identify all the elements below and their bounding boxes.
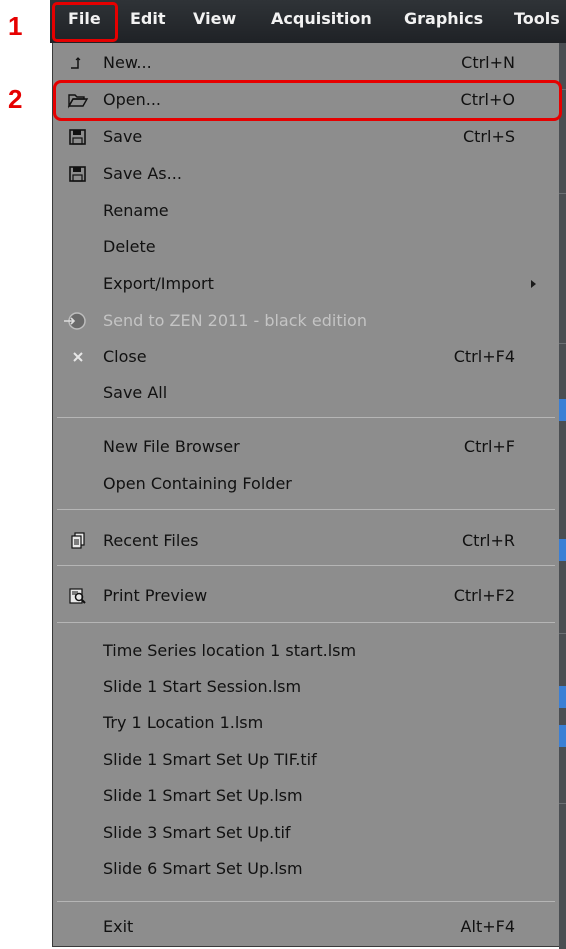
menu-separator <box>57 901 555 902</box>
save-disk-icon <box>69 129 86 145</box>
menu-bar: File Edit View Acquisition Graphics Tool… <box>50 0 566 43</box>
menu-item-save-as[interactable]: Save As... <box>53 156 558 192</box>
menu-item-label: Open... <box>103 90 161 109</box>
menubar-edit[interactable]: Edit <box>130 9 166 28</box>
menu-item-shortcut: Ctrl+N <box>461 53 515 72</box>
menu-item-label: Rename <box>103 201 169 220</box>
recent-file-item[interactable]: Slide 1 Smart Set Up TIF.tif <box>53 742 558 778</box>
menu-item-label: Close <box>103 347 147 366</box>
menu-item-exit[interactable]: Exit Alt+F4 <box>53 909 558 945</box>
menu-item-shortcut: Ctrl+F4 <box>453 347 515 366</box>
menu-item-label: Save All <box>103 383 168 402</box>
save-as-disk-icon <box>69 166 86 182</box>
recent-file-label: Try 1 Location 1.lsm <box>103 713 264 732</box>
menu-separator <box>57 417 555 418</box>
menu-item-open-containing-folder[interactable]: Open Containing Folder <box>53 466 558 502</box>
print-preview-icon <box>69 588 86 604</box>
menu-item-label: Save <box>103 127 143 146</box>
menu-item-label: Delete <box>103 237 156 256</box>
menu-item-label: Exit <box>103 917 134 936</box>
menu-item-label: Recent Files <box>103 531 199 550</box>
recent-file-label: Slide 1 Smart Set Up.lsm <box>103 786 303 805</box>
menu-item-label: Export/Import <box>103 274 214 293</box>
submenu-arrow-icon <box>531 280 536 288</box>
menu-separator <box>57 565 555 566</box>
menu-item-label: Save As... <box>103 164 182 183</box>
menu-item-close[interactable]: Close Ctrl+F4 <box>53 339 558 375</box>
menubar-file[interactable]: File <box>68 9 101 28</box>
menu-item-recent-files[interactable]: Recent Files Ctrl+R <box>53 523 558 559</box>
menu-item-export-import[interactable]: Export/Import <box>53 266 558 302</box>
menu-item-open[interactable]: Open... Ctrl+O <box>53 82 558 118</box>
menu-item-rename[interactable]: Rename <box>53 193 558 229</box>
send-to-zen-icon <box>64 312 86 330</box>
menu-separator <box>57 509 555 510</box>
recent-files-icon <box>71 532 85 549</box>
menu-item-print-preview[interactable]: Print Preview Ctrl+F2 <box>53 578 558 614</box>
menu-item-label: Open Containing Folder <box>103 474 292 493</box>
menu-item-label: New... <box>103 53 152 72</box>
recent-file-label: Slide 6 Smart Set Up.lsm <box>103 859 303 878</box>
recent-file-item[interactable]: Time Series location 1 start.lsm <box>53 633 558 669</box>
recent-file-label: Slide 3 Smart Set Up.tif <box>103 823 291 842</box>
menu-item-label: Print Preview <box>103 586 208 605</box>
menubar-view[interactable]: View <box>193 9 236 28</box>
recent-file-item[interactable]: Slide 1 Smart Set Up.lsm <box>53 778 558 814</box>
close-icon <box>73 352 83 362</box>
menu-item-label: Send to ZEN 2011 - black edition <box>103 311 367 330</box>
file-menu-dropdown: New... Ctrl+N Open... Ctrl+O Save Ctrl+S… <box>52 43 559 947</box>
menubar-graphics[interactable]: Graphics <box>404 9 483 28</box>
recent-file-item[interactable]: Slide 3 Smart Set Up.tif <box>53 815 558 851</box>
menu-item-save[interactable]: Save Ctrl+S <box>53 119 558 155</box>
menu-item-delete[interactable]: Delete <box>53 229 558 265</box>
menu-item-shortcut: Ctrl+R <box>462 531 515 550</box>
menu-item-shortcut: Ctrl+O <box>460 90 515 109</box>
menu-item-save-all[interactable]: Save All <box>53 375 558 411</box>
menu-item-shortcut: Alt+F4 <box>460 917 515 936</box>
menubar-acquisition[interactable]: Acquisition <box>271 9 372 28</box>
menubar-tools[interactable]: Tools <box>514 9 560 28</box>
callout-number-2: 2 <box>8 84 23 114</box>
recent-file-label: Slide 1 Smart Set Up TIF.tif <box>103 750 317 769</box>
menu-item-shortcut: Ctrl+F <box>463 437 515 456</box>
recent-file-item[interactable]: Slide 6 Smart Set Up.lsm <box>53 851 558 887</box>
recent-file-label: Slide 1 Start Session.lsm <box>103 677 302 696</box>
recent-file-item[interactable]: Slide 1 Start Session.lsm <box>53 669 558 705</box>
recent-file-item[interactable]: Try 1 Location 1.lsm <box>53 705 558 741</box>
menu-item-label: New File Browser <box>103 437 240 456</box>
new-file-icon <box>71 57 81 69</box>
menu-item-new[interactable]: New... Ctrl+N <box>53 45 558 81</box>
background-window-edge <box>559 43 566 949</box>
menu-separator <box>57 622 555 623</box>
menu-item-send-to-zen: Send to ZEN 2011 - black edition <box>53 303 558 339</box>
folder-open-icon <box>67 94 89 109</box>
callout-number-1: 1 <box>8 11 23 41</box>
menu-item-shortcut: Ctrl+S <box>462 127 515 146</box>
recent-file-label: Time Series location 1 start.lsm <box>103 641 357 660</box>
menu-item-shortcut: Ctrl+F2 <box>453 586 515 605</box>
menu-item-new-file-browser[interactable]: New File Browser Ctrl+F <box>53 429 558 465</box>
